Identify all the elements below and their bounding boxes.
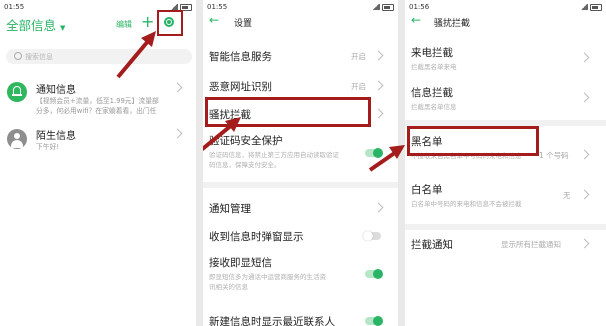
- setting-value: 开启: [351, 82, 366, 91]
- chevron-right-icon: [373, 80, 384, 91]
- conversation-preview: 下午好!: [36, 143, 60, 151]
- setting-label: 信息拦截: [411, 87, 453, 99]
- setting-label: 收到信息时弹窗显示: [209, 231, 304, 243]
- highlight-blacklist-box: [407, 126, 539, 156]
- folder-dropdown[interactable]: 全部信息 ▼: [6, 15, 65, 34]
- new-message-button[interactable]: +: [141, 12, 154, 31]
- block-notification-row[interactable]: 拦截通知 显示所有拦截通知: [405, 234, 606, 260]
- whitelist-row[interactable]: 白名单 白名单中号码的来电和信息不会被拦截 无: [405, 178, 606, 218]
- bell-avatar-icon: [7, 82, 27, 102]
- setting-label: 验证码安全保护: [209, 135, 283, 147]
- page-title: 全部信息: [6, 18, 57, 33]
- status-bar: 01:55: [203, 0, 398, 14]
- setting-label: 白名单: [411, 184, 443, 196]
- setting-desc: 拦截黑名单信息: [411, 103, 457, 111]
- conversation-row[interactable]: 陌生信息 下午好!: [0, 126, 196, 166]
- status-time: 01:56: [409, 3, 430, 11]
- chevron-right-icon: [579, 149, 590, 160]
- call-block-row[interactable]: 来电拦截 拦截黑名单来电: [405, 42, 606, 78]
- person-avatar-icon: [7, 129, 27, 149]
- chevron-right-icon: [373, 202, 384, 213]
- setting-label: 恶意网址识别: [209, 81, 272, 93]
- back-arrow-icon[interactable]: ←: [411, 13, 421, 27]
- search-input[interactable]: 搜索信息: [6, 49, 192, 64]
- flash-sms-toggle[interactable]: [365, 269, 383, 279]
- setting-desc: 验证码信息，将禁止第三方应用自动读取验证: [209, 151, 339, 159]
- block-notification-value: 显示所有拦截通知: [501, 240, 561, 249]
- status-bar: 01:56: [405, 0, 606, 14]
- recent-contacts-toggle[interactable]: [365, 316, 383, 326]
- whitelist-count: 无: [563, 191, 571, 200]
- conversation-row[interactable]: 通知信息 【视频会员+流量，低至1.99元】流量部 分多，何必用wifi？在家躺…: [0, 78, 196, 120]
- highlight-harassment-box: [205, 97, 371, 127]
- page-title: 设置: [234, 19, 253, 29]
- chevron-right-icon: [579, 52, 590, 63]
- battery-icon: [590, 3, 602, 11]
- chevron-right-icon: [373, 50, 384, 61]
- setting-flash-sms: 接收即显短信 即显短信多为通话中运营商服务的生活资 讯相关的信息: [203, 250, 398, 296]
- setting-desc: 拦截黑名单来电: [411, 63, 457, 71]
- conversation-preview: 分多，何必用wifi？在家躺着看，出门任: [36, 107, 157, 115]
- page-title: 骚扰拦截: [434, 19, 471, 29]
- setting-popup: 收到信息时弹窗显示: [203, 222, 398, 248]
- setting-desc: 码信息，保障支付安全。: [209, 161, 281, 169]
- harassment-block-screen: 01:56 ← 骚扰拦截 来电拦截 拦截黑名单来电 信息拦截 拦截黑名单信息 黑…: [405, 0, 606, 326]
- chevron-right-icon: [579, 189, 590, 200]
- setting-desc: 白名单中号码的来电和信息不会被拦截: [411, 200, 522, 208]
- chevron-right-icon: [579, 238, 590, 249]
- search-icon: [14, 52, 22, 60]
- chevron-right-icon: [373, 108, 384, 119]
- code-protection-toggle[interactable]: [365, 148, 383, 158]
- setting-notification[interactable]: 通知管理: [203, 194, 398, 220]
- conversation-name: 通知信息: [36, 85, 76, 96]
- edit-button[interactable]: 编辑: [116, 19, 132, 30]
- setting-label: 拦截通知: [411, 239, 453, 251]
- caret-down-icon: ▼: [60, 24, 66, 32]
- setting-desc: 即显短信多为通话中运营商服务的生活资: [209, 273, 326, 281]
- setting-label: 来电拦截: [411, 47, 453, 59]
- highlight-settings-box: [157, 10, 183, 36]
- chevron-right-icon: [172, 82, 183, 93]
- messages-screen: 01:55 全部信息 ▼ 编辑 + 搜索信息 通知信息 【视频会员+流量，低至1…: [0, 0, 196, 326]
- conversation-preview: 【视频会员+流量，低至1.99元】流量部: [36, 97, 159, 105]
- setting-label: 接收即显短信: [209, 257, 272, 269]
- setting-code-protection: 验证码安全保护 验证码信息，将禁止第三方应用自动读取验证 码信息，保障支付安全。: [203, 130, 398, 176]
- settings-screen: 01:55 ← 设置 智能信息服务 开启 恶意网址识别 开启 骚扰拦截 验证码安…: [203, 0, 398, 326]
- blacklist-count: 1 个号码: [539, 151, 569, 160]
- section-divider: [405, 224, 606, 230]
- status-time: 01:55: [4, 3, 25, 11]
- battery-icon: [382, 3, 394, 11]
- setting-desc: 讯相关的信息: [209, 283, 248, 291]
- chevron-right-icon: [579, 92, 590, 103]
- setting-malicious-url[interactable]: 恶意网址识别 开启: [203, 72, 398, 98]
- setting-recent-contacts: 新建信息时显示最近联系人: [203, 310, 398, 326]
- setting-label: 通知管理: [209, 203, 251, 215]
- signal-icon: [580, 4, 588, 10]
- search-placeholder: 搜索信息: [25, 53, 53, 61]
- signal-icon: [372, 4, 380, 10]
- conversation-name: 陌生信息: [36, 131, 76, 142]
- popup-toggle[interactable]: [363, 231, 381, 241]
- back-arrow-icon[interactable]: ←: [209, 13, 219, 27]
- chevron-right-icon: [172, 128, 183, 139]
- setting-smart-info[interactable]: 智能信息服务 开启: [203, 42, 398, 68]
- setting-value: 开启: [351, 52, 366, 61]
- message-block-row[interactable]: 信息拦截 拦截黑名单信息: [405, 82, 606, 118]
- section-divider: [203, 182, 398, 188]
- status-time: 01:55: [207, 3, 228, 11]
- setting-label: 新建信息时显示最近联系人: [209, 316, 335, 326]
- setting-label: 智能信息服务: [209, 51, 272, 63]
